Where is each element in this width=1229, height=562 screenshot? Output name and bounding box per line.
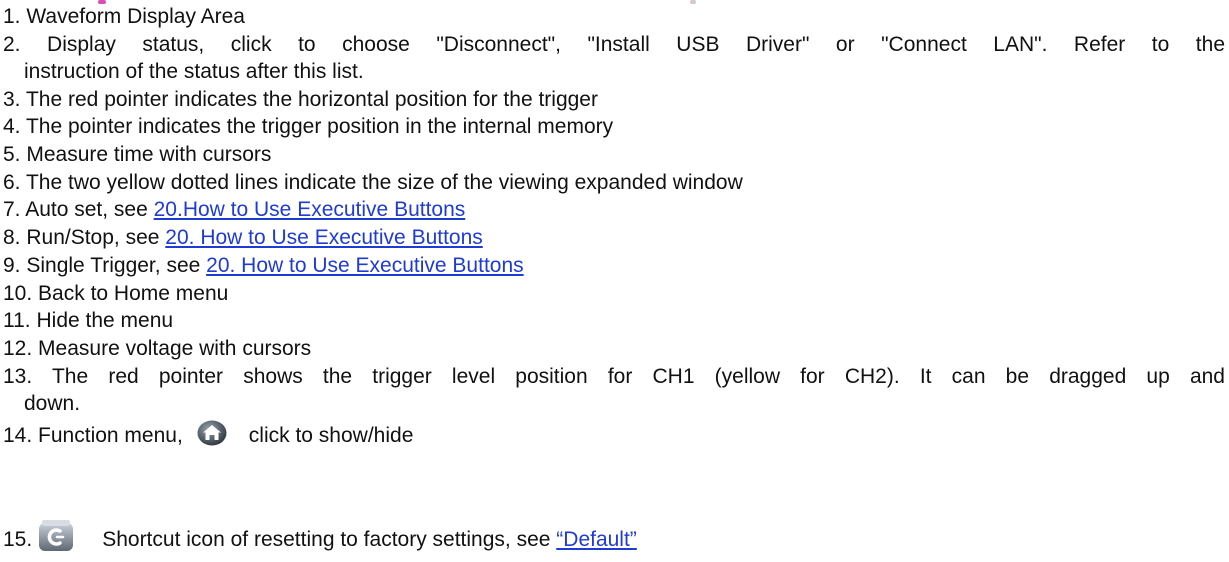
executive-buttons-link-single-trigger[interactable]: 20. How to Use Executive Buttons	[206, 254, 524, 277]
factory-default-icon	[38, 520, 74, 552]
list-item-2: 2. Display status, click to choose "Disc…	[3, 32, 1225, 84]
numbered-list: 1. Waveform Display Area 2. Display stat…	[3, 3, 1225, 552]
list-item-9: 9. Single Trigger, see 20. How to Use Ex…	[3, 253, 524, 277]
list-item-3: 3. The red pointer indicates the horizon…	[3, 87, 598, 111]
list-item-4: 4. The pointer indicates the trigger pos…	[3, 115, 614, 139]
executive-buttons-link-autoset[interactable]: 20.How to Use Executive Buttons	[154, 198, 466, 221]
home-icon	[197, 420, 227, 446]
list-item-5: 5. Measure time with cursors	[3, 143, 272, 167]
default-link[interactable]: “Default”	[556, 528, 637, 551]
list-item-11: 11. Hide the menu	[3, 309, 174, 333]
list-item-12: 12. Measure voltage with cursors	[3, 336, 312, 360]
list-item-15: 15. Shortcut icon of resetting to factor…	[3, 520, 637, 556]
executive-buttons-link-run-stop[interactable]: 20. How to Use Executive Buttons	[165, 226, 483, 249]
list-item-6: 6. The two yellow dotted lines indicate …	[3, 170, 743, 194]
list-item-14: 14. Function menu, click to show/hide	[3, 419, 1225, 453]
list-item-1: 1. Waveform Display Area	[3, 5, 245, 28]
list-item-8: 8. Run/Stop, see 20. How to Use Executiv…	[3, 226, 483, 250]
list-item-10: 10. Back to Home menu	[3, 281, 229, 305]
list-item-13: 13. The red pointer shows the trigger le…	[3, 364, 1225, 416]
list-item-7: 7. Auto set, see 20.How to Use Executive…	[3, 198, 466, 222]
